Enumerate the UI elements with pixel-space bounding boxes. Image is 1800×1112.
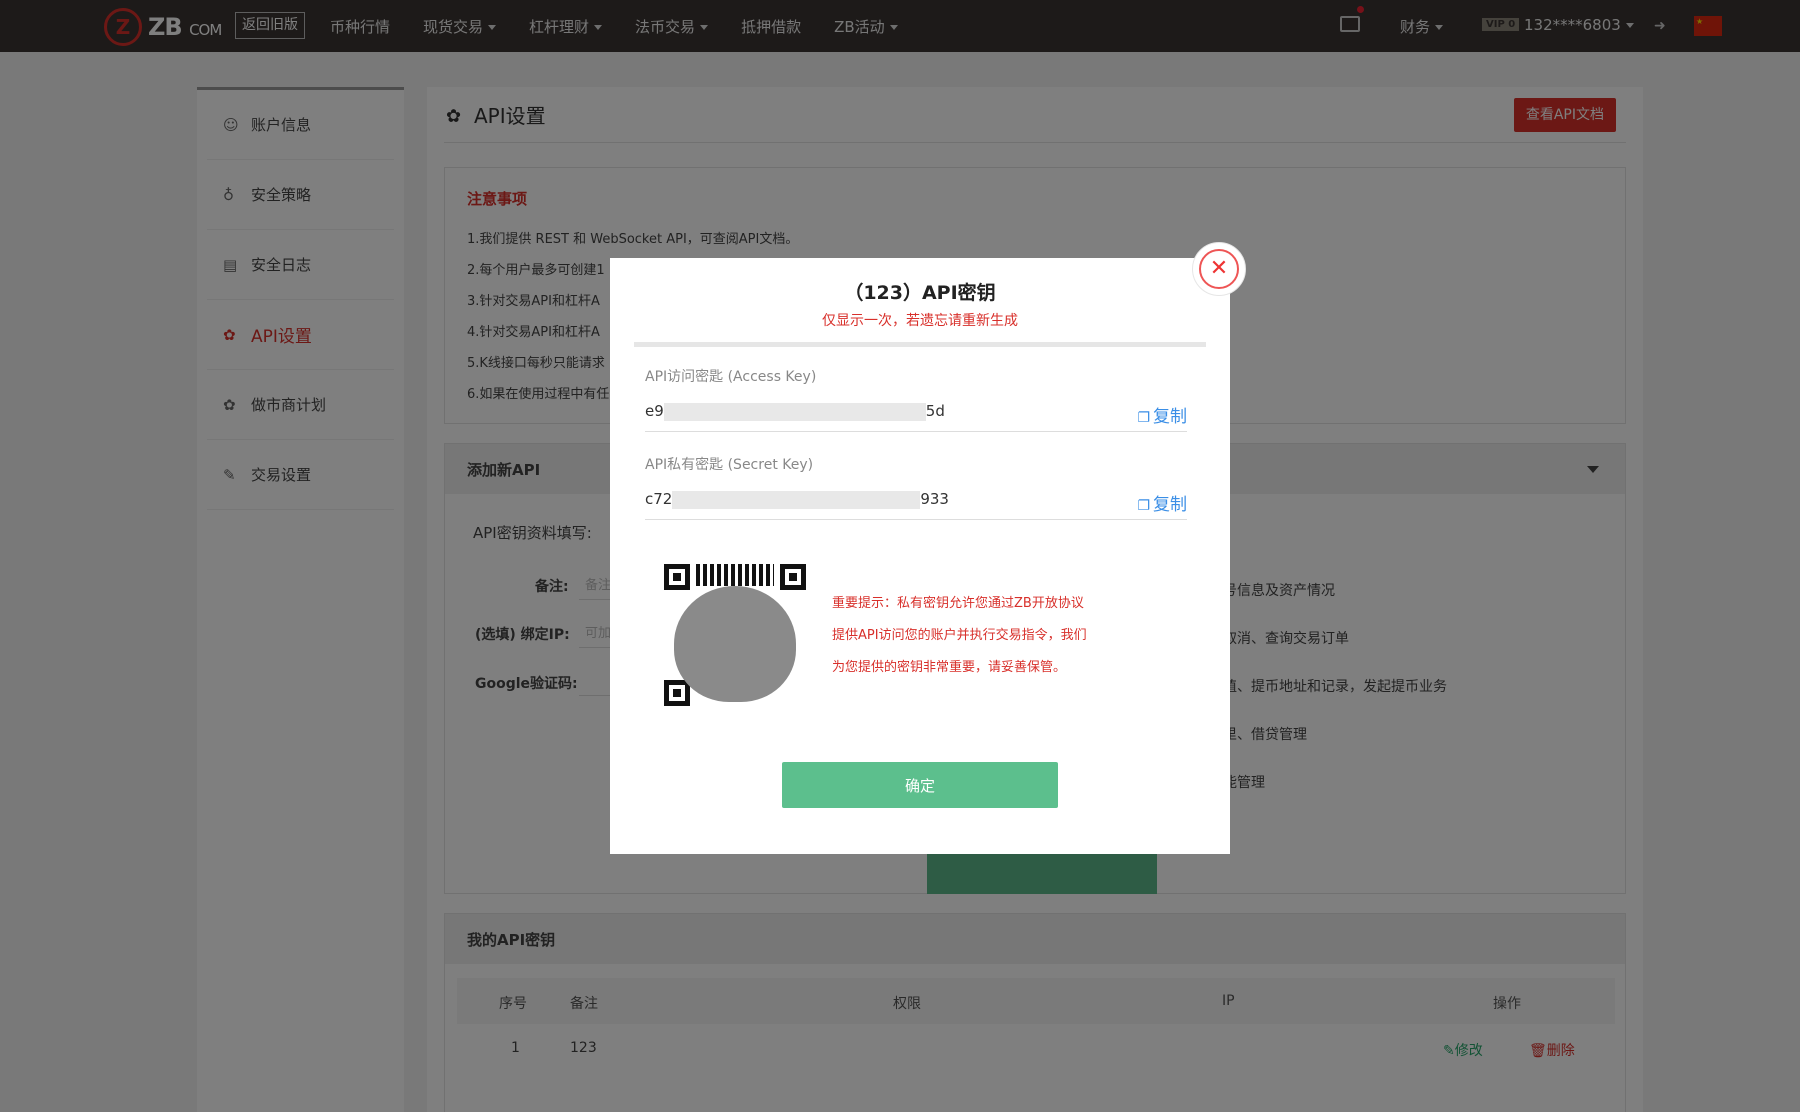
masked-key: [672, 490, 921, 509]
modal-title: （123）API密钥: [844, 282, 996, 304]
access-key-label: API访问密匙 (Access Key): [645, 369, 817, 385]
secret-key-field: c72 933 ❐ 复制: [645, 486, 1187, 520]
modal-subtitle: 仅显示一次，若遗忘请重新生成: [822, 313, 1018, 329]
qr-code: [664, 564, 806, 706]
copy-label: 复制: [1153, 407, 1187, 427]
qr-finder: [664, 680, 690, 706]
secret-key-label: API私有密匙 (Secret Key): [645, 457, 814, 473]
modal-divider: [634, 342, 1206, 347]
copy-icon: ❐: [1137, 410, 1150, 426]
security-tip-line: 为您提供的密钥非常重要，请妥善保管。: [832, 660, 1067, 675]
copy-access-key-button[interactable]: ❐ 复制: [1137, 402, 1187, 427]
api-key-modal: （123）API密钥 仅显示一次，若遗忘请重新生成 API访问密匙 (Acces…: [610, 258, 1230, 854]
masked-key: [663, 402, 926, 421]
confirm-button[interactable]: 确定: [782, 762, 1058, 808]
modal-close-button[interactable]: ✕: [1192, 242, 1246, 296]
qr-mosaic: [674, 586, 796, 702]
security-tip-line: 重要提示：私有密钥允许您通过ZB开放协议: [832, 596, 1084, 611]
qr-finder: [664, 564, 690, 590]
qr-pattern: [696, 564, 774, 586]
access-key-prefix: e9: [645, 402, 664, 420]
secret-key-suffix: 933: [920, 490, 949, 508]
copy-label: 复制: [1153, 495, 1187, 515]
secret-key-prefix: c72: [645, 490, 673, 508]
access-key-field: e9 5d ❐ 复制: [645, 398, 1187, 432]
qr-finder: [780, 564, 806, 590]
access-key-suffix: 5d: [925, 402, 945, 420]
copy-icon: ❐: [1137, 498, 1150, 514]
close-icon: ✕: [1199, 249, 1239, 289]
copy-secret-key-button[interactable]: ❐ 复制: [1137, 490, 1187, 515]
security-tip-line: 提供API访问您的账户并执行交易指令，我们: [832, 628, 1087, 643]
